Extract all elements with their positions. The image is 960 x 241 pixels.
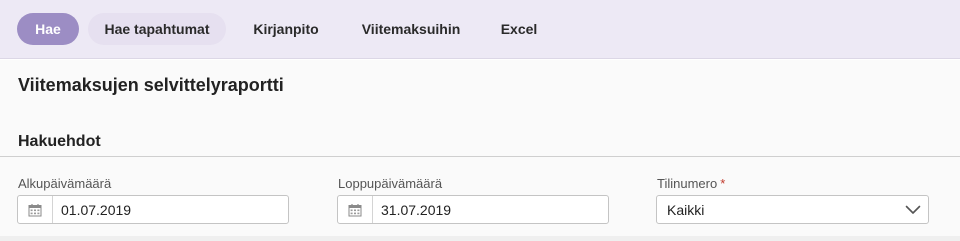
search-events-button[interactable]: Hae tapahtumat (88, 13, 226, 45)
start-date-value: 01.07.2019 (61, 201, 132, 218)
section-divider (0, 156, 960, 157)
end-date-field[interactable]: 31.07.2019 (337, 195, 609, 224)
start-date-label: Alkupäivämäärä (18, 176, 112, 191)
account-number-label-text: Tilinumero (657, 176, 718, 191)
content-bottom-edge (0, 236, 960, 241)
account-number-label: Tilinumero * (657, 176, 725, 191)
excel-button[interactable]: Excel (488, 13, 550, 45)
calendar-icon[interactable] (18, 196, 53, 223)
required-marker: * (720, 176, 726, 191)
section-title: Hakuehdot (18, 133, 101, 150)
end-date-label: Loppupäivämäärä (338, 176, 443, 191)
account-number-select[interactable]: Kaikki (656, 195, 929, 224)
end-date-value: 31.07.2019 (381, 201, 452, 218)
account-number-value: Kaikki (667, 201, 705, 218)
calendar-icon[interactable] (338, 196, 373, 223)
chevron-down-icon[interactable] (898, 205, 928, 215)
reference-payments-button[interactable]: Viitemaksuihin (346, 13, 476, 45)
toolbar: Hae Hae tapahtumat Kirjanpito Viitemaksu… (0, 0, 960, 59)
search-button[interactable]: Hae (17, 13, 79, 45)
page-title: Viitemaksujen selvittelyraportti (18, 75, 284, 95)
start-date-field[interactable]: 01.07.2019 (17, 195, 289, 224)
accounting-button[interactable]: Kirjanpito (238, 13, 334, 45)
